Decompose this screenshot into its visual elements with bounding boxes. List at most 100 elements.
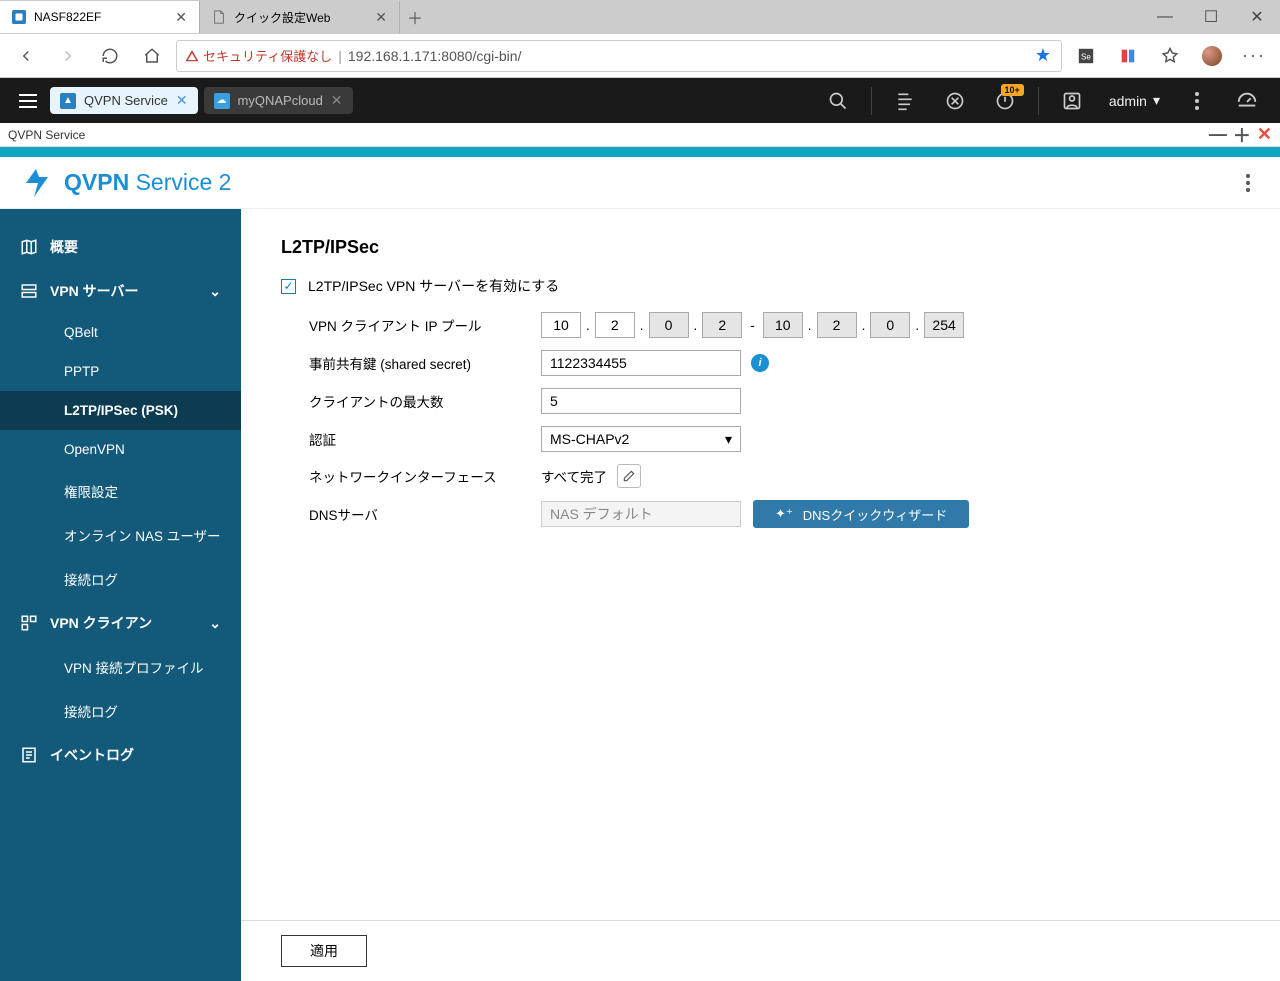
profile-avatar[interactable] bbox=[1194, 38, 1230, 74]
sidebar-item-connlog-2[interactable]: 接続ログ bbox=[0, 689, 241, 733]
subwin-minimize[interactable]: — bbox=[1209, 124, 1227, 145]
ip-end-4 bbox=[924, 312, 964, 338]
edit-interface-button[interactable] bbox=[617, 464, 641, 488]
sidebar: 概要 VPN サーバー ⌄ QBelt PPTP L2TP/IPSec (PSK… bbox=[0, 209, 241, 981]
ip-end-3 bbox=[870, 312, 910, 338]
sidebar-label: OpenVPN bbox=[64, 442, 125, 457]
tab-close-icon[interactable]: ✕ bbox=[175, 9, 187, 26]
enable-label: L2TP/IPSec VPN サーバーを有効にする bbox=[308, 276, 559, 296]
row-dns: DNSサーバ NAS デフォルト ✦⁺ DNSクイックウィザード bbox=[281, 500, 1240, 528]
nav-home-button[interactable] bbox=[134, 38, 170, 74]
page-title: L2TP/IPSec bbox=[281, 237, 1240, 258]
sidebar-label: イベントログ bbox=[50, 745, 134, 765]
row-psk: 事前共有鍵 (shared secret) i bbox=[281, 350, 1240, 376]
sidebar-label: 権限設定 bbox=[64, 481, 118, 501]
page-icon bbox=[212, 10, 226, 24]
nav-refresh-button[interactable] bbox=[92, 38, 128, 74]
browser-menu-button[interactable]: ··· bbox=[1236, 38, 1272, 74]
browser-tab-2[interactable]: クイック設定Web ✕ bbox=[200, 1, 400, 33]
sidebar-item-vpn-client[interactable]: VPN クライアン ⌄ bbox=[0, 601, 241, 645]
user-dropdown[interactable]: admin ▾ bbox=[1101, 92, 1168, 109]
row-auth: 認証 MS-CHAPv2 ▾ bbox=[281, 426, 1240, 452]
iface-label: ネットワークインターフェース bbox=[309, 466, 541, 486]
sidebar-label: VPN 接続プロファイル bbox=[64, 657, 204, 677]
notifications-icon[interactable]: 10+ bbox=[984, 80, 1026, 122]
app-tab-close-icon[interactable]: ✕ bbox=[331, 92, 343, 109]
app-tab-qvpn[interactable]: ▲ QVPN Service ✕ bbox=[50, 87, 198, 114]
app-tab-close-icon[interactable]: ✕ bbox=[176, 92, 188, 109]
search-icon[interactable] bbox=[817, 80, 859, 122]
nav-forward-button[interactable] bbox=[50, 38, 86, 74]
app-tab-myqnapcloud[interactable]: ☁ myQNAPcloud ✕ bbox=[204, 87, 353, 114]
ip-pool-label: VPN クライアント IP プール bbox=[309, 315, 541, 335]
tab-close-icon[interactable]: ✕ bbox=[375, 9, 387, 26]
user-name: admin bbox=[1109, 93, 1147, 109]
user-icon[interactable] bbox=[1051, 80, 1093, 122]
ip-start-2[interactable] bbox=[595, 312, 635, 338]
tasks-icon[interactable] bbox=[884, 80, 926, 122]
auth-label: 認証 bbox=[309, 429, 541, 449]
subwin-close[interactable]: ✕ bbox=[1257, 124, 1272, 145]
enable-checkbox[interactable]: ✓ bbox=[281, 279, 296, 294]
hamburger-menu[interactable] bbox=[12, 85, 44, 117]
app-title: QVPN Service 2 bbox=[64, 169, 231, 196]
sidebar-label: VPN サーバー bbox=[50, 281, 139, 301]
selenium-icon[interactable]: Se bbox=[1068, 38, 1104, 74]
wand-icon: ✦⁺ bbox=[775, 506, 793, 522]
info-icon[interactable]: i bbox=[751, 354, 769, 372]
ip-start-1[interactable] bbox=[541, 312, 581, 338]
address-bar-right: ★ bbox=[1033, 45, 1053, 66]
new-tab-button[interactable]: ＋ bbox=[400, 5, 430, 29]
favorite-icon[interactable]: ★ bbox=[1033, 45, 1053, 66]
sidebar-item-online-users[interactable]: オンライン NAS ユーザー bbox=[0, 513, 241, 557]
sidebar-item-eventlog[interactable]: イベントログ bbox=[0, 733, 241, 777]
window-minimize[interactable]: — bbox=[1142, 0, 1188, 34]
window-close[interactable]: ✕ bbox=[1234, 0, 1280, 34]
sidebar-item-qbelt[interactable]: QBelt bbox=[0, 313, 241, 352]
accent-strip bbox=[0, 147, 1280, 157]
sidebar-item-pptp[interactable]: PPTP bbox=[0, 352, 241, 391]
dns-wizard-button[interactable]: ✦⁺ DNSクイックウィザード bbox=[753, 500, 969, 528]
psk-input[interactable] bbox=[541, 350, 741, 376]
sidebar-item-vpn-profile[interactable]: VPN 接続プロファイル bbox=[0, 645, 241, 689]
enable-row: ✓ L2TP/IPSec VPN サーバーを有効にする bbox=[281, 276, 1240, 296]
url-separator: | bbox=[338, 48, 342, 64]
content-body: L2TP/IPSec ✓ L2TP/IPSec VPN サーバーを有効にする V… bbox=[241, 209, 1280, 920]
ip-dash: - bbox=[742, 318, 763, 333]
sidebar-item-openvpn[interactable]: OpenVPN bbox=[0, 430, 241, 469]
wizard-btn-label: DNSクイックウィザード bbox=[803, 505, 947, 524]
max-clients-input[interactable] bbox=[541, 388, 741, 414]
row-ip-pool: VPN クライアント IP プール . . . - . . . bbox=[281, 312, 1240, 338]
sidebar-item-connlog-1[interactable]: 接続ログ bbox=[0, 557, 241, 601]
sidebar-label: QBelt bbox=[64, 325, 98, 340]
window-maximize[interactable]: ☐ bbox=[1188, 0, 1234, 34]
sidebar-item-l2tp[interactable]: L2TP/IPSec (PSK) bbox=[0, 391, 241, 430]
sidebar-label: VPN クライアン bbox=[50, 613, 152, 633]
url-input[interactable]: セキュリティ保護なし | 192.168.1.171:8080/cgi-bin/… bbox=[176, 40, 1062, 72]
ip-end-1 bbox=[763, 312, 803, 338]
max-clients-label: クライアントの最大数 bbox=[309, 391, 541, 411]
sidebar-label: PPTP bbox=[64, 364, 99, 379]
browser-tab-1[interactable]: NASF822EF ✕ bbox=[0, 1, 200, 33]
window-controls: — ☐ ✕ bbox=[1142, 0, 1280, 34]
subwindow-title: QVPN Service bbox=[8, 128, 85, 142]
content-footer: 適用 bbox=[241, 920, 1280, 981]
chevron-down-icon: ▾ bbox=[1153, 92, 1160, 109]
auth-select[interactable]: MS-CHAPv2 ▾ bbox=[541, 426, 741, 452]
sidebar-item-vpn-server[interactable]: VPN サーバー ⌄ bbox=[0, 269, 241, 313]
subwin-maximize[interactable]: ＋ bbox=[1233, 122, 1251, 148]
extension-icon[interactable] bbox=[1110, 38, 1146, 74]
favorites-icon[interactable] bbox=[1152, 38, 1188, 74]
app-header: QVPN Service 2 bbox=[0, 157, 1280, 209]
nav-back-button[interactable] bbox=[8, 38, 44, 74]
dashboard-icon[interactable] bbox=[1226, 80, 1268, 122]
sidebar-item-overview[interactable]: 概要 bbox=[0, 225, 241, 269]
sidebar-item-privilege[interactable]: 権限設定 bbox=[0, 469, 241, 513]
apply-button[interactable]: 適用 bbox=[281, 935, 367, 967]
main-layout: 概要 VPN サーバー ⌄ QBelt PPTP L2TP/IPSec (PSK… bbox=[0, 209, 1280, 981]
chevron-down-icon: ⌄ bbox=[209, 615, 221, 632]
sidebar-label: オンライン NAS ユーザー bbox=[64, 525, 221, 545]
app-more-menu[interactable] bbox=[1236, 174, 1260, 192]
devices-icon[interactable] bbox=[934, 80, 976, 122]
more-menu-icon[interactable] bbox=[1176, 80, 1218, 122]
